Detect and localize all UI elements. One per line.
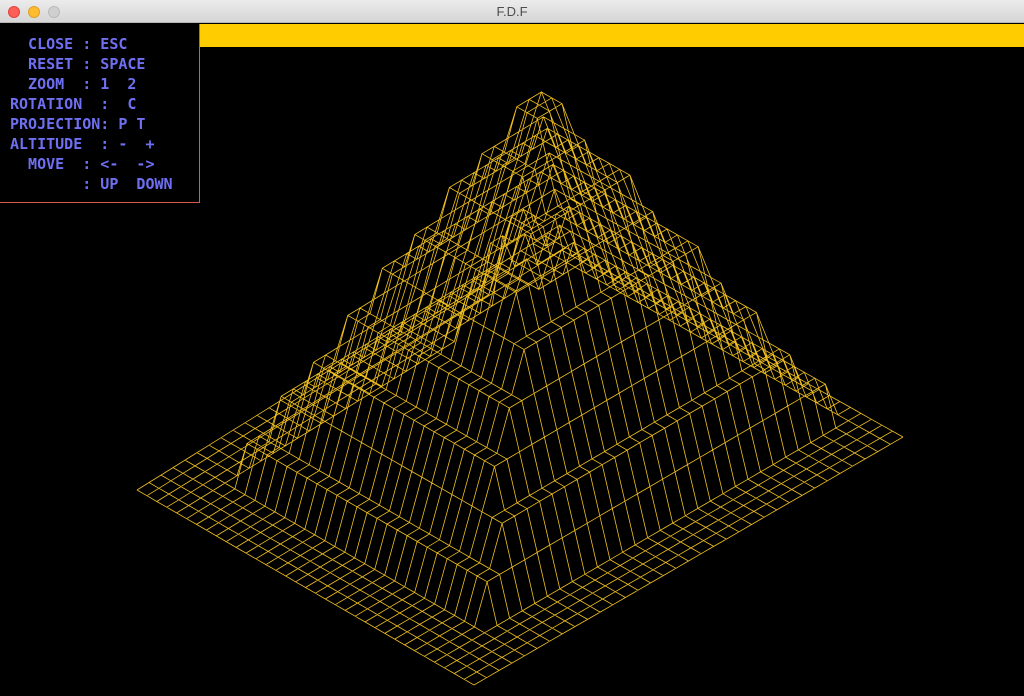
help-line-altitude: ALTITUDE : - + bbox=[10, 135, 155, 153]
help-line-reset: RESET : SPACE bbox=[10, 55, 146, 73]
help-line-rotation: ROTATION : C bbox=[10, 95, 137, 113]
help-line-move-ud: : UP DOWN bbox=[10, 175, 173, 193]
fdf-window: F.D.F CLOSE : ESC RESET : SPACE ZOOM : 1… bbox=[0, 0, 1024, 696]
controls-help-panel: CLOSE : ESC RESET : SPACE ZOOM : 1 2 ROT… bbox=[0, 24, 200, 203]
help-line-close: CLOSE : ESC bbox=[10, 35, 128, 53]
wireframe-grid-lines bbox=[136, 91, 904, 686]
help-line-projection: PROJECTION: P T bbox=[10, 115, 146, 133]
help-line-move-lr: MOVE : <- -> bbox=[10, 155, 155, 173]
help-line-zoom: ZOOM : 1 2 bbox=[10, 75, 137, 93]
wireframe-mesh bbox=[136, 91, 904, 686]
